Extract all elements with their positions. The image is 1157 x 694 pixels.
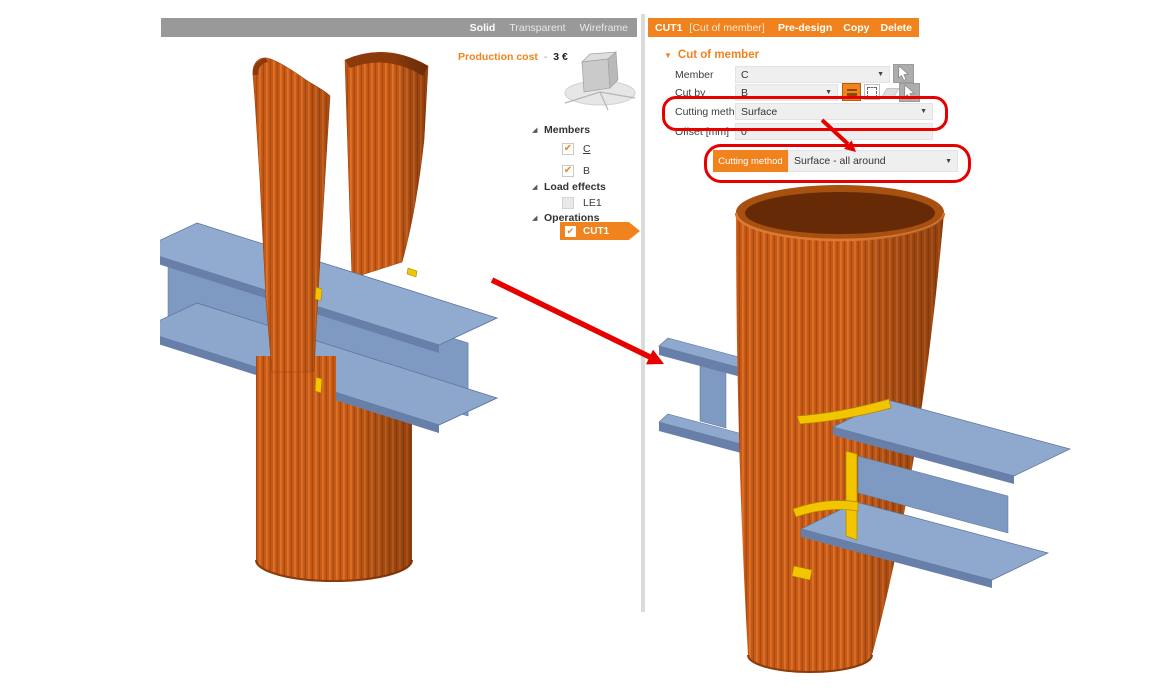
copy-button[interactable]: Copy <box>843 22 869 34</box>
offset-input[interactable]: 0 <box>735 123 933 140</box>
cut-by-label: Cut by <box>675 87 705 99</box>
view-mode-solid[interactable]: Solid <box>470 22 496 34</box>
operation-header: CUT1 [Cut of member] Pre-design Copy Del… <box>648 18 919 37</box>
popup-cutting-method-dropdown[interactable]: Surface - all around ▼ <box>788 150 958 172</box>
right-3d-viewport[interactable] <box>650 178 1157 694</box>
cut-by-select-button[interactable] <box>899 83 920 102</box>
member-select-button[interactable] <box>893 64 914 83</box>
cutting-method-value: Surface <box>741 106 920 118</box>
member-value: C <box>741 69 877 81</box>
cursor-icon <box>903 85 916 100</box>
chevron-down-icon: ▼ <box>920 108 927 115</box>
view-mode-wireframe[interactable]: Wireframe <box>580 22 628 34</box>
plate-option-disabled <box>882 85 898 100</box>
selection-mode-button[interactable] <box>864 84 880 100</box>
panel-divider[interactable] <box>641 14 645 612</box>
cut-by-dropdown[interactable]: B ▼ <box>735 84 838 101</box>
selection-box-icon <box>867 87 877 98</box>
section-title: Cut of member <box>678 49 759 61</box>
cut-by-value: B <box>741 87 825 99</box>
delete-button[interactable]: Delete <box>880 22 912 34</box>
section-collapse-icon[interactable]: ▼ <box>664 51 672 60</box>
weld-type-button-active[interactable] <box>842 83 861 101</box>
member-label: Member <box>675 69 714 81</box>
chevron-down-icon: ▼ <box>945 158 952 165</box>
predesign-button[interactable]: Pre-design <box>778 22 832 34</box>
operation-title: CUT1 <box>655 22 682 34</box>
app-window: Solid Transparent Wireframe Production c… <box>0 0 1157 694</box>
plate-icon <box>881 88 899 97</box>
section-cut-of-member[interactable]: ▼ Cut of member <box>664 49 759 61</box>
chevron-down-icon: ▼ <box>877 71 884 78</box>
offset-value: 0 <box>741 126 927 138</box>
cursor-icon <box>897 66 910 81</box>
offset-label: Offset [mm] <box>675 126 729 138</box>
view-mode-transparent[interactable]: Transparent <box>509 22 565 34</box>
weld-icon <box>847 89 857 92</box>
cutting-method-dropdown[interactable]: Surface ▼ <box>735 103 933 120</box>
member-dropdown[interactable]: C ▼ <box>735 66 890 83</box>
popup-cutting-method-value: Surface - all around <box>794 155 945 167</box>
column-right-shell <box>345 52 428 278</box>
popup-cutting-method-label: Cutting method <box>713 150 788 172</box>
operation-subtitle: [Cut of member] <box>689 22 767 34</box>
weld-icon <box>847 93 857 96</box>
left-3d-viewport[interactable] <box>160 36 640 694</box>
chevron-down-icon: ▼ <box>825 89 832 96</box>
beam-far-stubs <box>659 338 750 453</box>
view-mode-toolbar: Solid Transparent Wireframe <box>161 18 637 37</box>
navigation-cube[interactable] <box>556 46 640 112</box>
